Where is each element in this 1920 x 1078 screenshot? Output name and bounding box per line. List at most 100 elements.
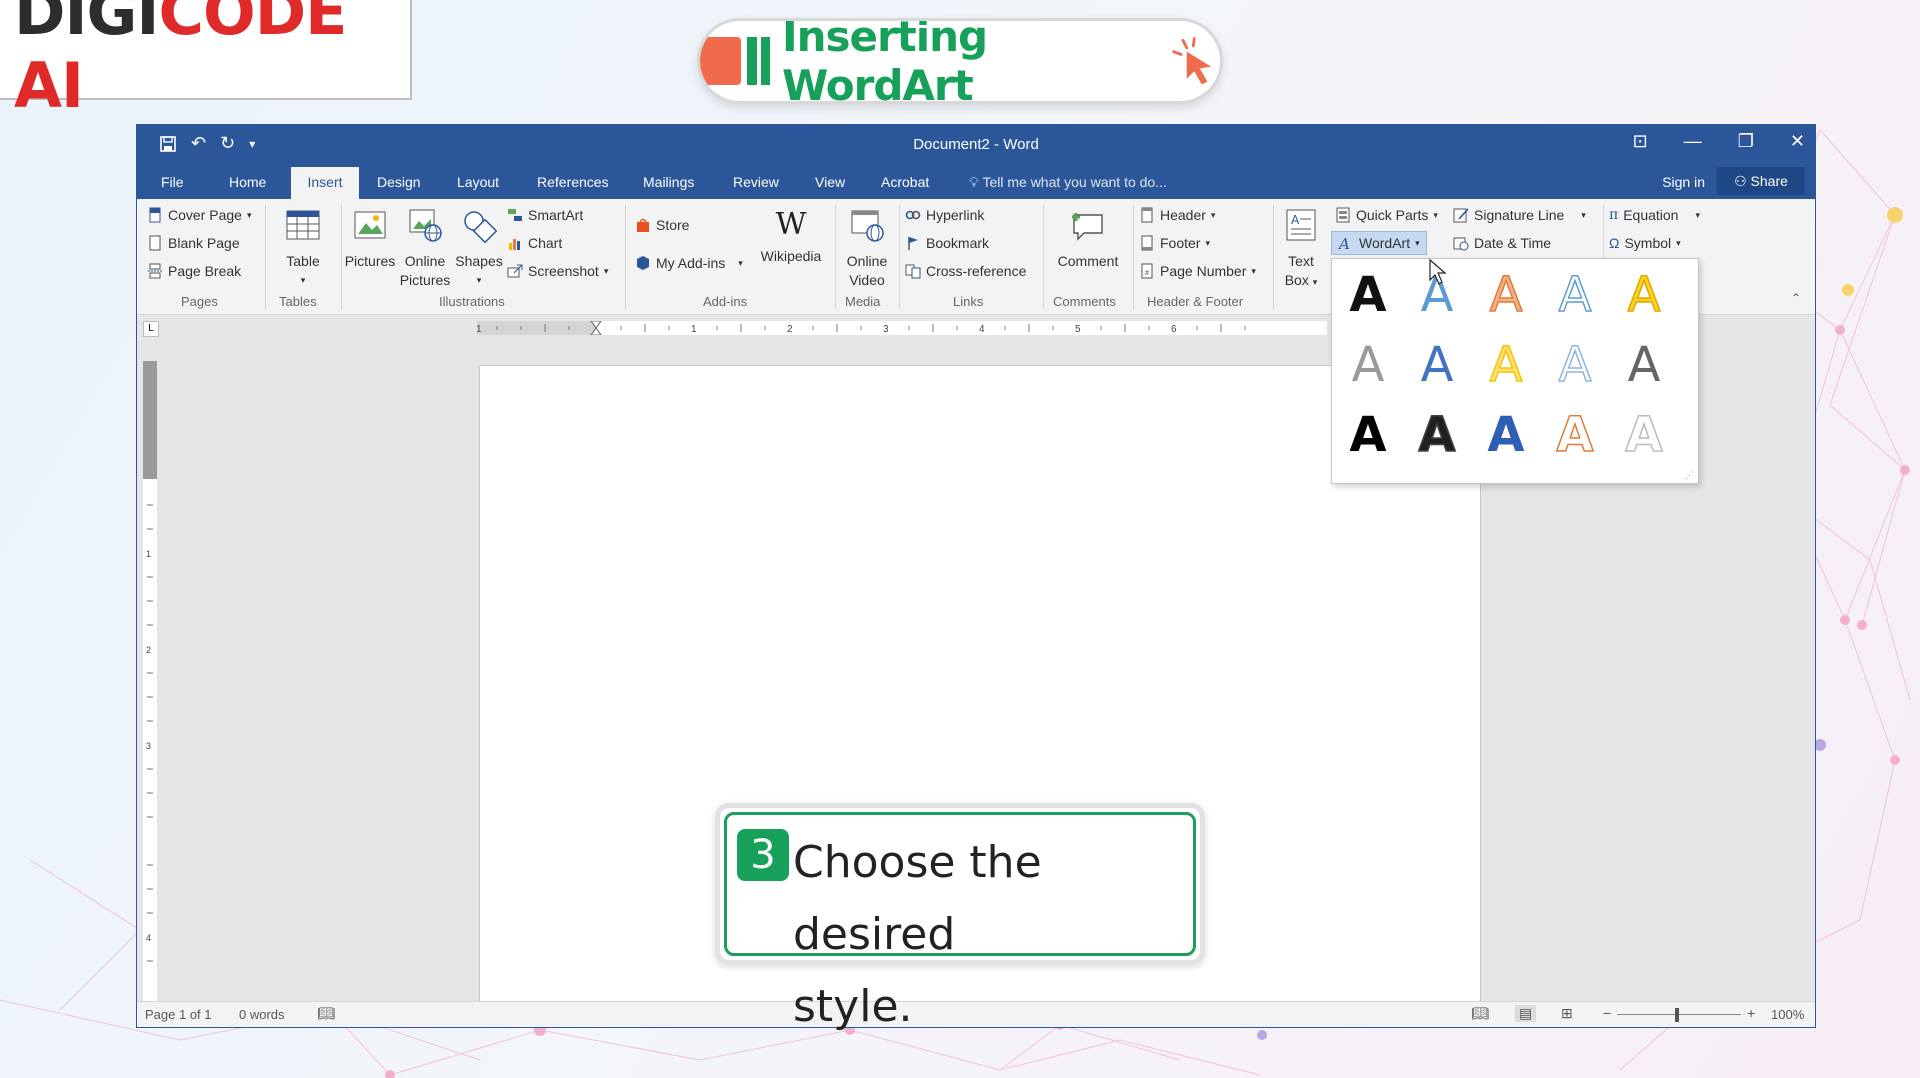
bookmark-button[interactable]: Bookmark	[905, 235, 989, 251]
instruction-callout: 3 Choose the desired style.	[715, 803, 1205, 1032]
tab-home[interactable]: Home	[229, 174, 266, 190]
resize-grip-icon[interactable]: ⋰	[1685, 470, 1694, 481]
store-button[interactable]: Store	[635, 217, 689, 233]
dropdown-arrow-icon: ▾	[1695, 209, 1701, 220]
footer-button[interactable]: Footer ▾	[1139, 235, 1210, 251]
wordart-button[interactable]: A WordArt ▾	[1331, 231, 1427, 255]
close-icon[interactable]: ✕	[1790, 131, 1805, 152]
dropdown-arrow-icon: ▾	[300, 275, 306, 285]
quick-parts-label: Quick Parts	[1356, 207, 1429, 223]
svg-text:A: A	[1338, 235, 1350, 251]
quick-parts-button[interactable]: Quick Parts ▾	[1335, 207, 1438, 223]
tab-references[interactable]: References	[537, 174, 609, 190]
wordart-style-13[interactable]: A	[1487, 407, 1524, 463]
minimize-icon[interactable]: —	[1684, 131, 1702, 152]
group-separator	[899, 205, 900, 309]
share-button[interactable]: ⚇ Share	[1717, 167, 1805, 195]
tab-view[interactable]: View	[815, 174, 845, 190]
wordart-style-7[interactable]: A	[1421, 337, 1454, 393]
screenshot-button[interactable]: Screenshot ▾	[507, 263, 608, 279]
chart-button[interactable]: Chart	[507, 235, 562, 251]
wikipedia-button[interactable]: W Wikipedia	[755, 207, 827, 266]
shapes-button[interactable]: Shapes ▾	[449, 207, 509, 290]
tab-layout[interactable]: Layout	[457, 174, 499, 190]
callout-text: Choose the desired style.	[793, 827, 1193, 1043]
text-box-button[interactable]: A Text Box ▾	[1277, 207, 1325, 292]
group-separator	[265, 205, 266, 309]
wordart-style-3[interactable]: A	[1489, 266, 1524, 324]
tab-review[interactable]: Review	[733, 174, 779, 190]
header-label: Header	[1160, 207, 1206, 223]
collapse-ribbon-icon[interactable]: ⌃	[1791, 291, 1801, 305]
equation-button[interactable]: π Equation ▾	[1609, 207, 1700, 223]
hyperlink-button[interactable]: Hyperlink	[905, 207, 984, 223]
cross-reference-icon	[905, 264, 921, 279]
window-controls: ⊡ — ❐ ✕	[1633, 131, 1805, 152]
zoom-level[interactable]: 100%	[1771, 1007, 1804, 1022]
word-count[interactable]: 0 words	[239, 1007, 285, 1022]
zoom-in-icon[interactable]: +	[1747, 1005, 1755, 1021]
wordart-style-11[interactable]: A	[1349, 407, 1386, 463]
blank-page-button[interactable]: Blank Page	[147, 235, 240, 251]
header-button[interactable]: Header ▾	[1139, 207, 1215, 223]
cover-page-button[interactable]: Cover Page ▾	[147, 207, 251, 223]
page-count[interactable]: Page 1 of 1	[145, 1007, 212, 1022]
page-break-label: Page Break	[168, 263, 242, 279]
group-separator	[1043, 205, 1044, 309]
sign-in-link[interactable]: Sign in	[1662, 174, 1705, 190]
hyperlink-icon	[905, 210, 921, 220]
group-label-illustrations: Illustrations	[439, 294, 505, 309]
tab-selector-icon[interactable]: L	[143, 321, 159, 337]
page-break-button[interactable]: Page Break	[147, 263, 241, 279]
table-button[interactable]: Table ▾	[273, 207, 333, 290]
title-bar: ↶ ↻ ▾ Document2 - Word ⊡ — ❐ ✕	[137, 125, 1815, 165]
my-addins-button[interactable]: My Add-ins ▾	[635, 255, 743, 271]
tell-me-search[interactable]: 💡︎ Tell me what you want to do...	[969, 174, 1167, 191]
wordart-style-6[interactable]: A	[1352, 337, 1385, 393]
wordart-style-1[interactable]: A	[1349, 267, 1386, 323]
dropdown-arrow-icon: ▾	[476, 275, 482, 285]
online-pictures-button[interactable]: Online Pictures	[393, 207, 457, 290]
comment-button[interactable]: Comment	[1047, 207, 1129, 271]
tab-insert[interactable]: Insert	[291, 167, 359, 199]
ruler-v-num: 1	[146, 549, 151, 559]
zoom-slider-thumb[interactable]	[1675, 1008, 1679, 1022]
wordart-style-8[interactable]: A	[1489, 336, 1524, 394]
wordart-style-12[interactable]: A	[1418, 406, 1457, 464]
online-video-button[interactable]: Online Video	[839, 207, 895, 290]
proofing-icon[interactable]: 📖︎	[317, 1005, 335, 1022]
web-layout-icon[interactable]: ⊞	[1561, 1005, 1573, 1022]
lesson-title: Inserting WordArt	[781, 18, 988, 104]
date-time-button[interactable]: Date & Time	[1453, 235, 1551, 251]
wikipedia-label: Wikipedia	[760, 248, 822, 264]
group-label-media: Media	[845, 294, 881, 309]
restore-icon[interactable]: ❐	[1738, 131, 1754, 152]
cross-reference-button[interactable]: Cross-reference	[905, 263, 1026, 279]
wordart-style-10[interactable]: A	[1628, 337, 1661, 393]
smartart-button[interactable]: SmartArt	[507, 207, 583, 223]
zoom-slider[interactable]	[1617, 1014, 1741, 1015]
group-label-pages: Pages	[181, 294, 218, 309]
group-separator	[1273, 205, 1274, 309]
read-mode-icon[interactable]: 📖︎	[1471, 1005, 1489, 1022]
ribbon-display-icon[interactable]: ⊡	[1633, 131, 1648, 152]
wordart-style-5[interactable]: A	[1627, 266, 1662, 324]
wordart-style-14[interactable]: A	[1556, 406, 1595, 464]
signature-line-button[interactable]: Signature Line ▾	[1453, 207, 1586, 223]
dropdown-arrow-icon: ▾	[1676, 237, 1681, 248]
tab-file[interactable]: File	[161, 174, 184, 190]
symbol-button[interactable]: Ω Symbol ▾	[1609, 235, 1681, 251]
wordart-style-4[interactable]: A	[1558, 266, 1593, 324]
zoom-out-icon[interactable]: −	[1603, 1005, 1611, 1021]
wordart-style-9[interactable]: A	[1558, 336, 1593, 394]
dropdown-arrow-icon: ▾	[603, 265, 609, 276]
tab-acrobat[interactable]: Acrobat	[881, 174, 929, 190]
page-number-button[interactable]: # Page Number ▾	[1139, 263, 1256, 279]
store-icon	[637, 218, 649, 232]
tab-mailings[interactable]: Mailings	[643, 174, 694, 190]
wordart-icon: A	[1338, 235, 1350, 251]
tab-design[interactable]: Design	[377, 174, 421, 190]
wordart-style-15[interactable]: A	[1625, 406, 1664, 464]
my-addins-icon	[637, 256, 649, 270]
print-layout-icon[interactable]: ▤	[1515, 1005, 1537, 1022]
